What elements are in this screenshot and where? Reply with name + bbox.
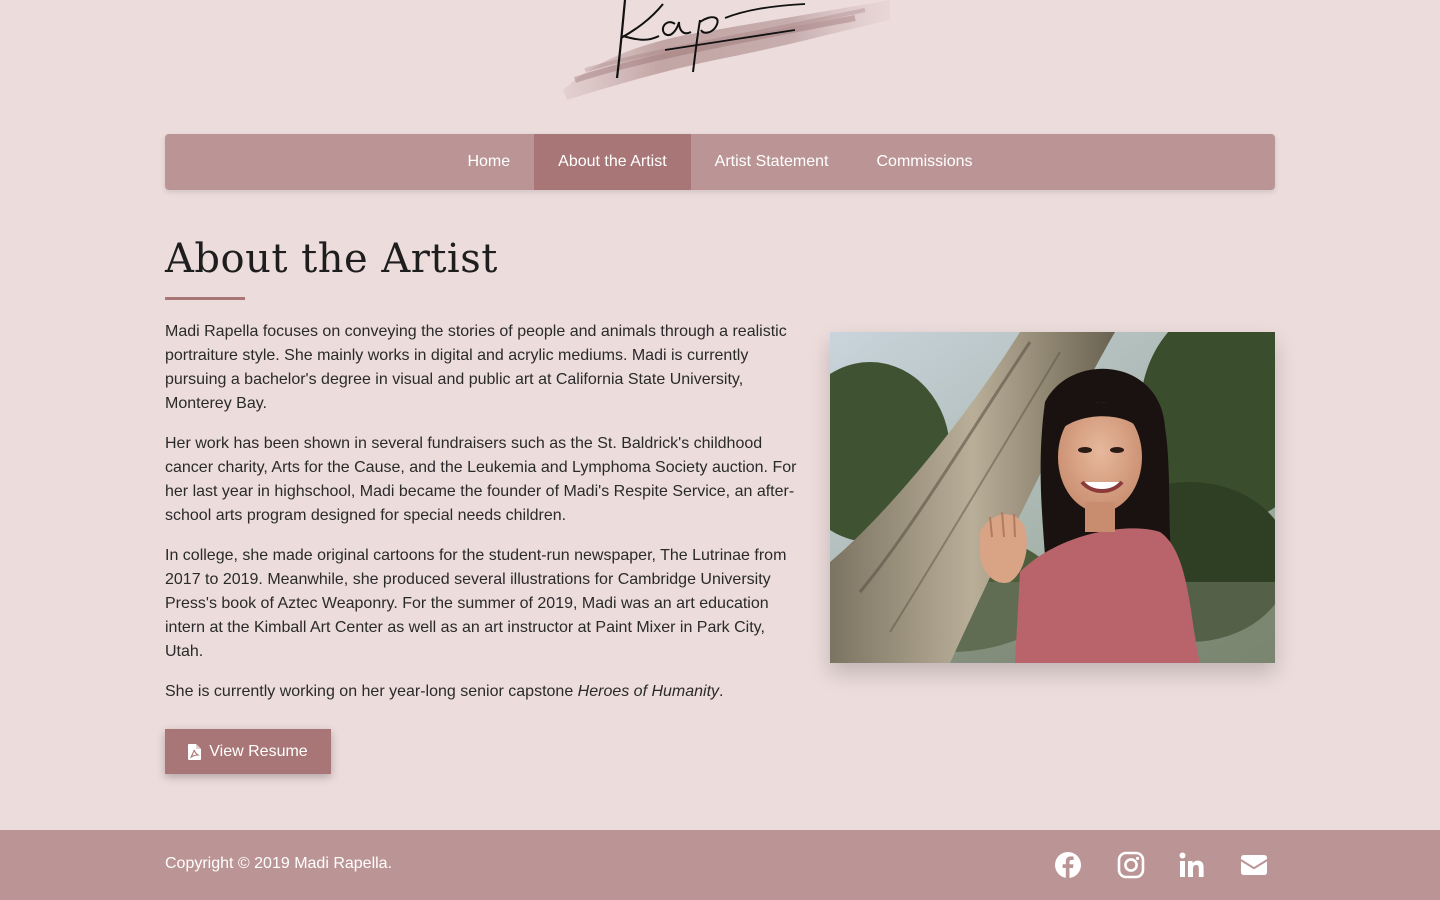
- nav-item-commissions[interactable]: Commissions: [853, 134, 997, 190]
- nav-item-artist-statement[interactable]: Artist Statement: [691, 134, 853, 190]
- email-icon[interactable]: [1240, 851, 1268, 879]
- site-footer: Copyright © 2019 Madi Rapella.: [0, 830, 1440, 900]
- signature-logo[interactable]: [555, 0, 895, 104]
- linkedin-icon[interactable]: [1178, 851, 1206, 879]
- capstone-prefix: She is currently working on her year-lon…: [165, 683, 578, 700]
- copyright-text: Copyright © 2019 Madi Rapella.: [165, 855, 393, 872]
- main-navbar: Home About the Artist Artist Statement C…: [165, 134, 1275, 190]
- capstone-suffix: .: [719, 683, 724, 700]
- title-underline: [165, 297, 245, 300]
- facebook-icon[interactable]: [1054, 851, 1082, 879]
- page: Home About the Artist Artist Statement C…: [0, 0, 1440, 900]
- artist-bio: Madi Rapella focuses on conveying the st…: [165, 320, 805, 720]
- capstone-title: Heroes of Humanity: [577, 683, 720, 700]
- bio-paragraph: Her work has been shown in several fundr…: [165, 435, 797, 524]
- nav-item-about-the-artist[interactable]: About the Artist: [534, 134, 691, 190]
- view-resume-label: View Resume: [209, 742, 308, 760]
- capstone-paragraph: She is currently working on her year-lon…: [165, 680, 805, 704]
- bio-paragraph: Madi Rapella focuses on conveying the st…: [165, 323, 787, 412]
- artist-portrait-photo: [830, 332, 1275, 663]
- nav-item-home[interactable]: Home: [443, 134, 534, 190]
- bio-paragraph: In college, she made original cartoons f…: [165, 547, 787, 660]
- instagram-icon[interactable]: [1117, 851, 1145, 879]
- page-title: About the Artist: [165, 236, 498, 282]
- file-pdf-icon: [188, 743, 202, 760]
- view-resume-button[interactable]: View Resume: [165, 729, 331, 774]
